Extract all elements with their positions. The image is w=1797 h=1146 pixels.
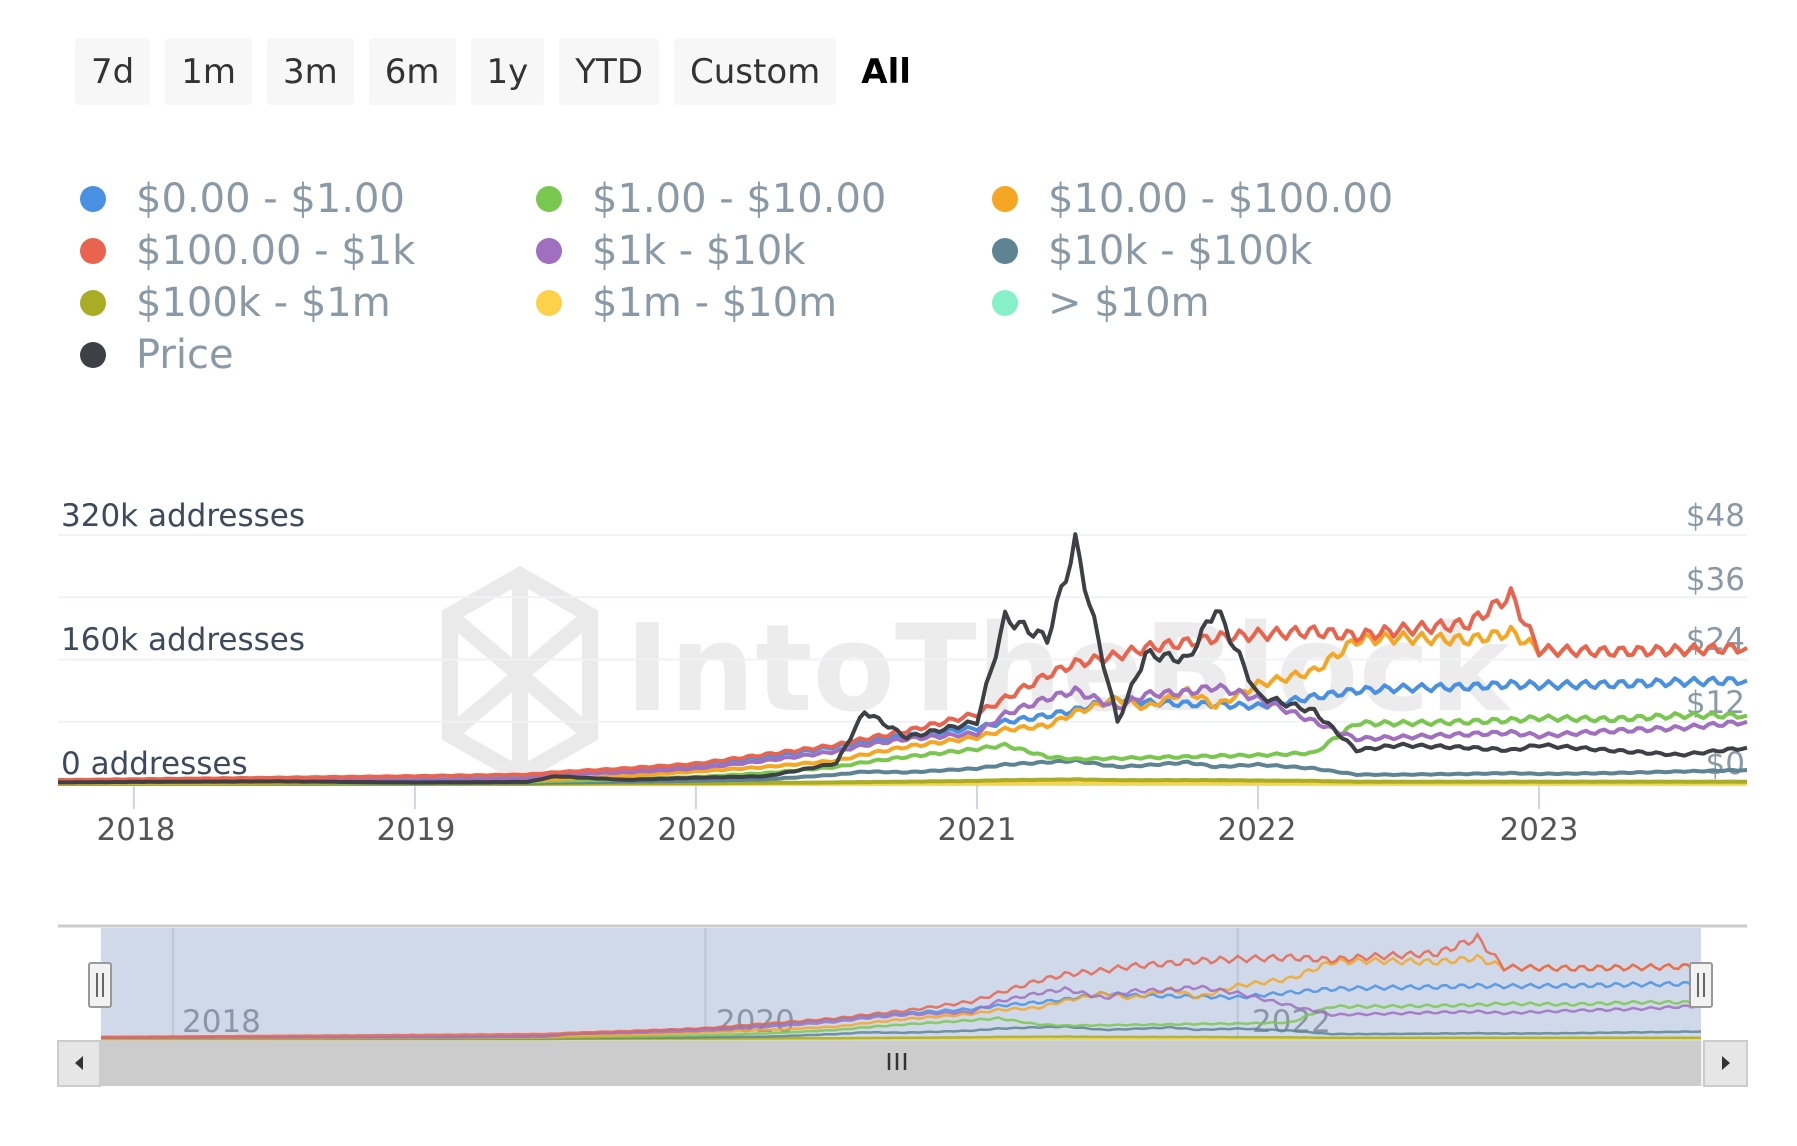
navigator-right-handle[interactable]	[1689, 962, 1713, 1008]
navigator-left-handle[interactable]	[88, 962, 112, 1008]
x-axis-ticks	[132, 784, 1541, 809]
scroll-left-button[interactable]	[57, 1040, 101, 1087]
navigator-label-2018: 2018	[182, 1004, 261, 1040]
chart-plot-area: IntoTheBlock 2018 2020 2022	[57, 532, 1749, 1087]
watermark-logo	[442, 565, 598, 785]
scroll-right-button[interactable]	[1703, 1040, 1748, 1087]
scrollbar-thumb[interactable]	[101, 1041, 1701, 1086]
